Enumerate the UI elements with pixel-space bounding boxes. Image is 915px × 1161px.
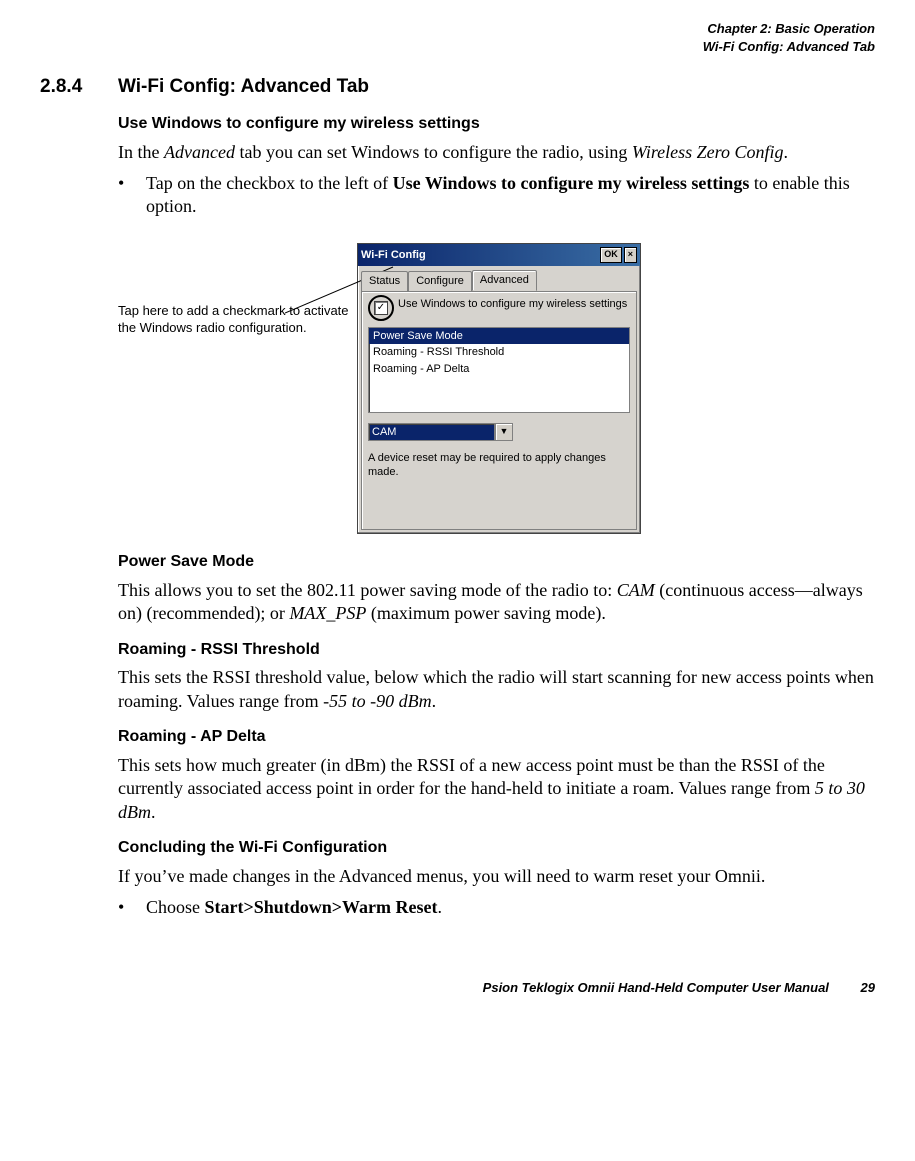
subheading-use-windows: Use Windows to configure my wireless set… [118, 114, 875, 135]
header-chapter: Chapter 2: Basic Operation [40, 20, 875, 38]
combobox-value: CAM [368, 423, 495, 441]
close-button[interactable]: × [624, 247, 637, 263]
tab-status[interactable]: Status [361, 271, 408, 292]
page-footer: Psion Teklogix Omnii Hand-Held Computer … [40, 980, 875, 997]
ok-button[interactable]: OK [600, 247, 622, 263]
bullet-marker: • [118, 896, 146, 919]
callout-circle-icon: ✓ [368, 295, 394, 321]
paragraph: In the Advanced tab you can set Windows … [118, 141, 875, 164]
paragraph: This sets the RSSI threshold value, belo… [118, 666, 875, 713]
subheading-rssi: Roaming - RSSI Threshold [118, 640, 875, 661]
section-heading: 2.8.4 Wi-Fi Config: Advanced Tab [40, 75, 875, 100]
settings-listbox[interactable]: Power Save Mode Roaming - RSSI Threshold… [368, 327, 630, 413]
list-item[interactable]: Power Save Mode [369, 328, 629, 344]
bullet-marker: • [118, 172, 146, 219]
page-number: 29 [861, 980, 875, 995]
checkbox-label: Use Windows to configure my wireless set… [398, 298, 627, 311]
window-titlebar: Wi-Fi Config OK × [358, 244, 640, 266]
subheading-ap-delta: Roaming - AP Delta [118, 727, 875, 748]
reset-note: A device reset may be required to apply … [368, 451, 630, 480]
tab-advanced[interactable]: Advanced [472, 270, 537, 291]
header-topic: Wi-Fi Config: Advanced Tab [40, 38, 875, 56]
manual-title: Psion Teklogix Omnii Hand-Held Computer … [483, 980, 829, 995]
list-item[interactable]: Roaming - RSSI Threshold [369, 344, 629, 360]
paragraph: This sets how much greater (in dBm) the … [118, 754, 875, 824]
bullet-item: • Tap on the checkbox to the left of Use… [118, 172, 875, 219]
tab-panel: ✓ Use Windows to configure my wireless s… [361, 291, 637, 530]
value-combobox[interactable]: CAM ▼ [368, 423, 513, 441]
bullet-item: • Choose Start>Shutdown>Warm Reset. [118, 896, 875, 919]
subheading-concluding: Concluding the Wi-Fi Configuration [118, 838, 875, 859]
chevron-down-icon[interactable]: ▼ [495, 423, 513, 441]
figure: Tap here to add a checkmark to activate … [118, 243, 875, 534]
window-title: Wi-Fi Config [361, 248, 426, 262]
paragraph: This allows you to set the 802.11 power … [118, 579, 875, 626]
paragraph: If you’ve made changes in the Advanced m… [118, 865, 875, 888]
device-screenshot: Wi-Fi Config OK × Status Configure Advan… [357, 243, 641, 534]
list-item[interactable]: Roaming - AP Delta [369, 361, 629, 377]
running-header: Chapter 2: Basic Operation Wi-Fi Config:… [40, 20, 875, 55]
tab-configure[interactable]: Configure [408, 271, 472, 292]
use-windows-checkbox[interactable]: ✓ [374, 301, 388, 315]
figure-callout: Tap here to add a checkmark to activate … [118, 243, 353, 337]
section-number: 2.8.4 [40, 75, 118, 100]
section-title: Wi-Fi Config: Advanced Tab [118, 75, 369, 100]
subheading-power-save: Power Save Mode [118, 552, 875, 573]
